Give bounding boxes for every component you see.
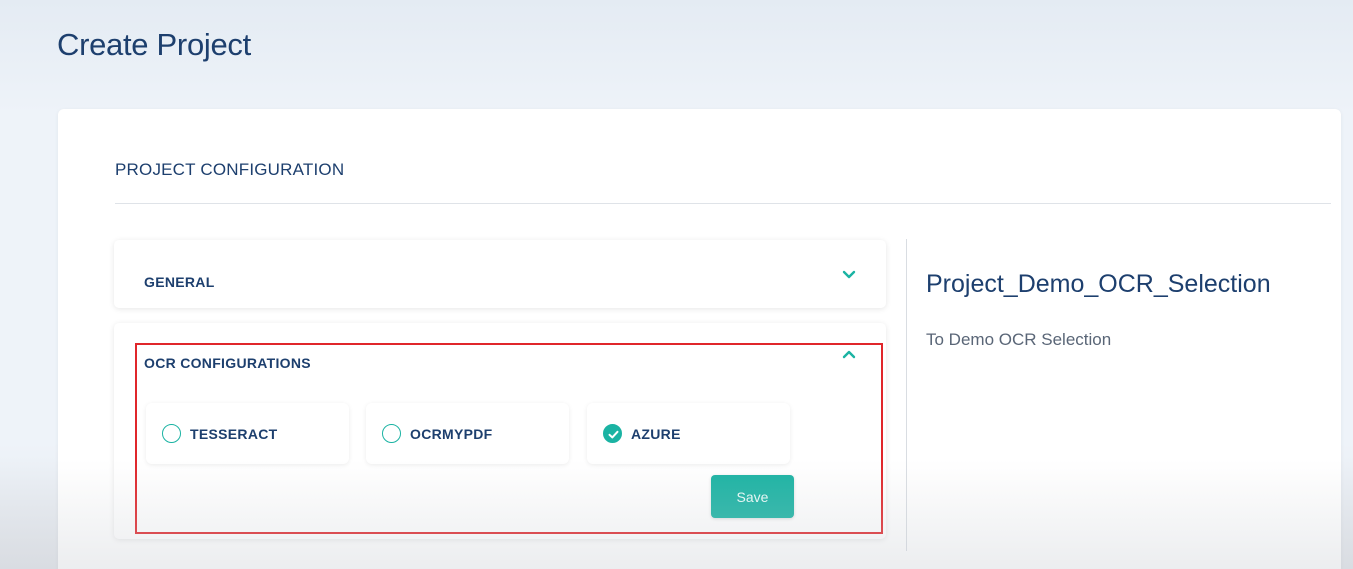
general-accordion-title[interactable]: GENERAL [144, 274, 215, 290]
section-heading: PROJECT CONFIGURATION [115, 160, 345, 179]
general-accordion[interactable]: GENERAL [114, 240, 886, 308]
project-configuration-card: PROJECT CONFIGURATION GENERAL OCR CONFIG… [58, 109, 1341, 569]
ocr-accordion-title[interactable]: OCR CONFIGURATIONS [144, 355, 311, 371]
ocr-option-label: AZURE [631, 426, 681, 442]
ocr-option-label: TESSERACT [190, 426, 278, 442]
vertical-divider [906, 239, 907, 551]
ocr-option-ocrmypdf[interactable]: OCRMYPDF [366, 403, 569, 464]
radio-checked-icon[interactable] [603, 424, 622, 443]
ocr-configurations-accordion: OCR CONFIGURATIONS TESSERACT OCRMYPDF AZ… [114, 323, 886, 539]
divider [115, 203, 1331, 204]
chevron-down-icon[interactable] [842, 268, 856, 282]
ocr-option-tesseract[interactable]: TESSERACT [146, 403, 349, 464]
ocr-option-azure[interactable]: AZURE [587, 403, 790, 464]
page-title: Create Project [57, 27, 251, 62]
radio-unchecked-icon[interactable] [382, 424, 401, 443]
project-name: Project_Demo_OCR_Selection [926, 270, 1271, 298]
project-description: To Demo OCR Selection [926, 330, 1112, 349]
radio-unchecked-icon[interactable] [162, 424, 181, 443]
save-button[interactable]: Save [711, 475, 794, 518]
ocr-option-label: OCRMYPDF [410, 426, 493, 442]
chevron-up-icon[interactable] [842, 347, 856, 361]
